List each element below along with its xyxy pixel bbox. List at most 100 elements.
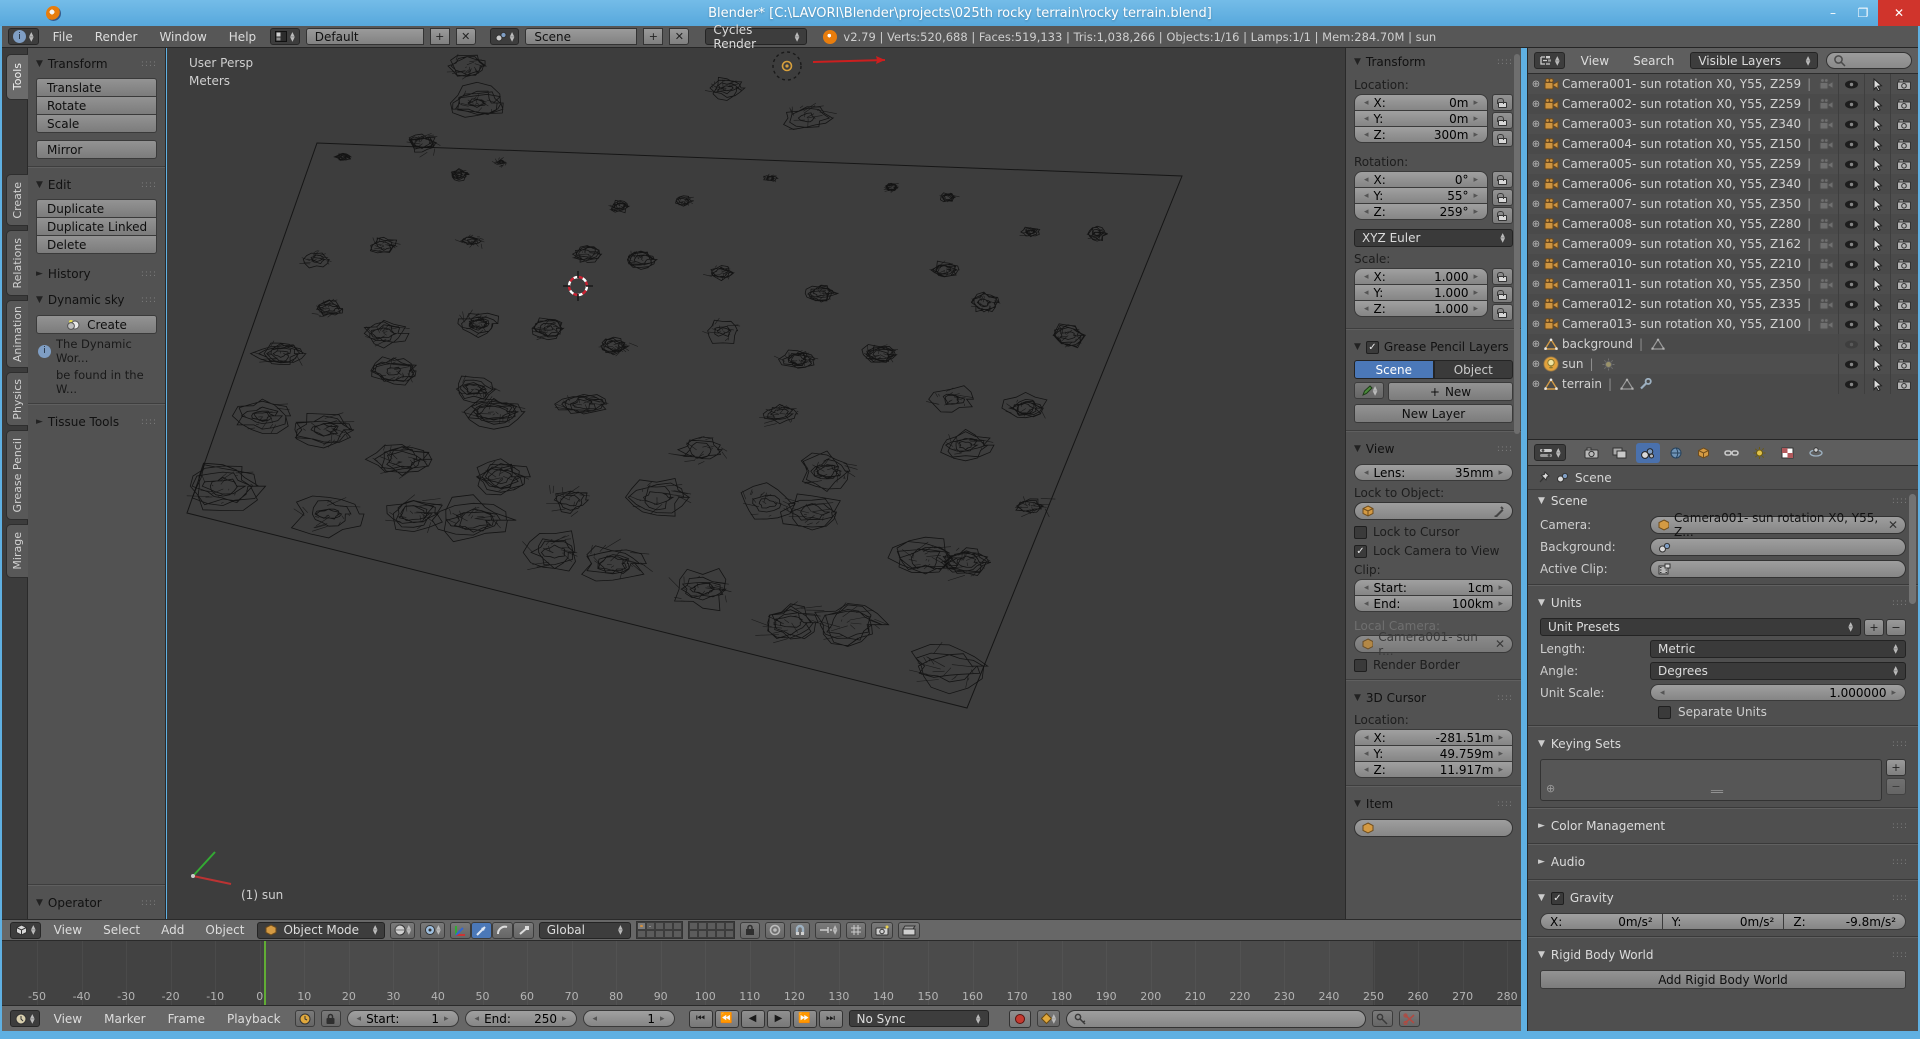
time-cursor-button[interactable]: [295, 1010, 315, 1027]
visibility-eye-icon[interactable]: [1838, 314, 1864, 334]
increment-arrow-icon[interactable]: ▸: [1473, 98, 1478, 108]
decrement-arrow-icon[interactable]: ◂: [1364, 468, 1369, 478]
outliner-item-label[interactable]: Camera008- sun rotation X0, Y55, Z280: [1562, 217, 1801, 231]
selectable-cursor-icon[interactable]: [1864, 114, 1890, 134]
render-engine-dropdown[interactable]: Cycles Render ▲▼: [705, 28, 807, 45]
npanel-view-header[interactable]: ▼ View::::: [1354, 439, 1513, 459]
renderable-camera-icon[interactable]: [1890, 154, 1916, 174]
add-circle-icon[interactable]: ⊕: [1546, 782, 1555, 795]
tab-texture[interactable]: [1776, 443, 1800, 463]
renderable-camera-icon[interactable]: [1890, 134, 1916, 154]
scene-name[interactable]: Scene: [525, 28, 637, 45]
expand-icon[interactable]: ⊕: [1530, 239, 1542, 250]
add-scene-button[interactable]: +: [643, 28, 663, 45]
selectable-cursor-icon[interactable]: [1864, 314, 1890, 334]
viewport-shading-dropdown[interactable]: ▲▼: [390, 922, 415, 939]
selectable-cursor-icon[interactable]: [1864, 174, 1890, 194]
decrement-arrow-icon[interactable]: ◂: [1364, 733, 1369, 743]
increment-arrow-icon[interactable]: ▸: [1891, 688, 1896, 698]
tl-menu-view[interactable]: View: [46, 1012, 90, 1026]
selectable-cursor-icon[interactable]: [1864, 274, 1890, 294]
delete-scene-button[interactable]: ✕: [669, 28, 689, 45]
npanel-grease-pencil-header[interactable]: ▼ ✓ Grease Pencil Layers: [1354, 337, 1513, 357]
expand-icon[interactable]: ⊕: [1530, 259, 1542, 270]
jump-to-start-button[interactable]: ⏮: [689, 1010, 713, 1028]
gp-pencil-dropdown[interactable]: ▲▼: [1354, 382, 1384, 399]
outliner-row[interactable]: ⊕Camera007- sun rotation X0, Y55, Z350|: [1528, 194, 1918, 214]
lock-to-cursor-row[interactable]: Lock to Cursor: [1354, 525, 1513, 539]
pivot-point-dropdown[interactable]: ▲▼: [420, 922, 445, 939]
outliner-row[interactable]: ⊕Camera008- sun rotation X0, Y55, Z280|: [1528, 214, 1918, 234]
tab-scene[interactable]: [1636, 443, 1660, 463]
lock-to-scene-button[interactable]: [740, 922, 760, 939]
visibility-eye-icon[interactable]: [1838, 134, 1864, 154]
outliner-item-label[interactable]: Camera009- sun rotation X0, Y55, Z162: [1562, 237, 1801, 251]
mirror-button[interactable]: Mirror: [36, 140, 157, 159]
visibility-eye-icon[interactable]: [1838, 334, 1864, 354]
viewport-3d[interactable]: User Persp Meters (1) sun: [167, 48, 1345, 919]
separate-units-checkbox[interactable]: [1658, 706, 1671, 719]
outliner-row[interactable]: ⊕Camera010- sun rotation X0, Y55, Z210|: [1528, 254, 1918, 274]
decrement-arrow-icon[interactable]: ◂: [1364, 288, 1369, 298]
increment-arrow-icon[interactable]: ▸: [1473, 191, 1478, 201]
increment-arrow-icon[interactable]: ▸: [1498, 468, 1503, 478]
tab-lamp-data[interactable]: [1748, 443, 1772, 463]
selectable-cursor-icon[interactable]: [1864, 214, 1890, 234]
lock-to-object-field[interactable]: [1354, 502, 1513, 520]
angle-dropdown[interactable]: Degrees ▲▼: [1650, 662, 1906, 680]
visibility-eye-icon[interactable]: [1838, 154, 1864, 174]
snap-element-dropdown[interactable]: ▲▼: [815, 922, 842, 939]
expand-icon[interactable]: ⊕: [1530, 299, 1542, 310]
increment-arrow-icon[interactable]: ▸: [1473, 304, 1478, 314]
active-clip-field[interactable]: [1650, 560, 1906, 578]
decrement-arrow-icon[interactable]: ◂: [1364, 583, 1369, 593]
scene-icon-dropdown[interactable]: ▲▼: [490, 28, 520, 45]
tab-physics[interactable]: Physics: [6, 372, 28, 426]
clear-icon[interactable]: ✕: [1495, 637, 1505, 651]
lock-to-cursor-checkbox[interactable]: [1354, 526, 1367, 539]
editor-type-outliner-dropdown[interactable]: ▲▼: [1534, 52, 1565, 69]
outliner-search-input[interactable]: [1826, 52, 1912, 69]
decrement-arrow-icon[interactable]: ◂: [1364, 130, 1369, 140]
add-keying-set-button[interactable]: +: [1886, 759, 1906, 776]
panel-grip[interactable]: ::::: [1892, 821, 1908, 831]
expand-icon[interactable]: ⊕: [1530, 79, 1542, 90]
visibility-eye-icon[interactable]: [1838, 234, 1864, 254]
lock-toggle-button[interactable]: [1492, 171, 1513, 188]
editor-type-timeline-dropdown[interactable]: ▲▼: [10, 1010, 40, 1027]
outliner-item-label[interactable]: sun: [1562, 357, 1583, 371]
expand-icon[interactable]: ⊕: [1530, 359, 1542, 370]
number-field[interactable]: ◂ X:0° ▸: [1354, 171, 1488, 188]
outliner-row[interactable]: ⊕Camera006- sun rotation X0, Y55, Z340|: [1528, 174, 1918, 194]
npanel-transform-header[interactable]: ▼ Transform::::: [1354, 52, 1513, 72]
outliner-row[interactable]: ⊕Camera005- sun rotation X0, Y55, Z259|: [1528, 154, 1918, 174]
visibility-eye-icon[interactable]: [1838, 94, 1864, 114]
menu-render[interactable]: Render: [87, 30, 146, 44]
sun-lamp-widget[interactable]: [765, 48, 1065, 92]
outliner-item-label[interactable]: Camera003- sun rotation X0, Y55, Z340: [1562, 117, 1801, 131]
scale-button[interactable]: Scale: [36, 114, 157, 133]
renderable-camera-icon[interactable]: [1890, 74, 1916, 94]
editor-type-properties-dropdown[interactable]: ▲▼: [1534, 444, 1566, 461]
play-button[interactable]: ▶: [767, 1010, 791, 1028]
length-dropdown[interactable]: Metric ▲▼: [1650, 640, 1906, 658]
increment-arrow-icon[interactable]: ▸: [1473, 130, 1478, 140]
lock-toggle-button[interactable]: [1492, 94, 1513, 111]
decrement-arrow-icon[interactable]: ◂: [1364, 114, 1369, 124]
outliner-item-label[interactable]: Camera013- sun rotation X0, Y55, Z100: [1562, 317, 1801, 331]
outliner-row[interactable]: ⊕background|: [1528, 334, 1918, 354]
visibility-eye-icon[interactable]: [1838, 374, 1864, 394]
manipulator-translate[interactable]: [471, 922, 492, 939]
tab-grease-pencil[interactable]: Grease Pencil: [6, 430, 28, 520]
decrement-arrow-icon[interactable]: ◂: [1660, 688, 1665, 698]
number-field[interactable]: ◂ Y:1.000 ▸: [1354, 284, 1488, 301]
keying-set-dropdown[interactable]: ▲▼: [1037, 1010, 1061, 1027]
selectable-cursor-icon[interactable]: [1864, 254, 1890, 274]
sync-dropdown[interactable]: No Sync ▲▼: [849, 1010, 989, 1027]
outliner-item-label[interactable]: Camera011- sun rotation X0, Y55, Z350: [1562, 277, 1801, 291]
keying-sets-panel-header[interactable]: ▼ Keying Sets::::: [1528, 733, 1918, 755]
renderable-camera-icon[interactable]: [1890, 174, 1916, 194]
gravity-y-field[interactable]: Y:0m/s²: [1662, 913, 1785, 930]
clip-start-field[interactable]: ◂ Start: 1cm ▸: [1354, 579, 1513, 596]
v3d-menu-object[interactable]: Object: [197, 923, 252, 937]
